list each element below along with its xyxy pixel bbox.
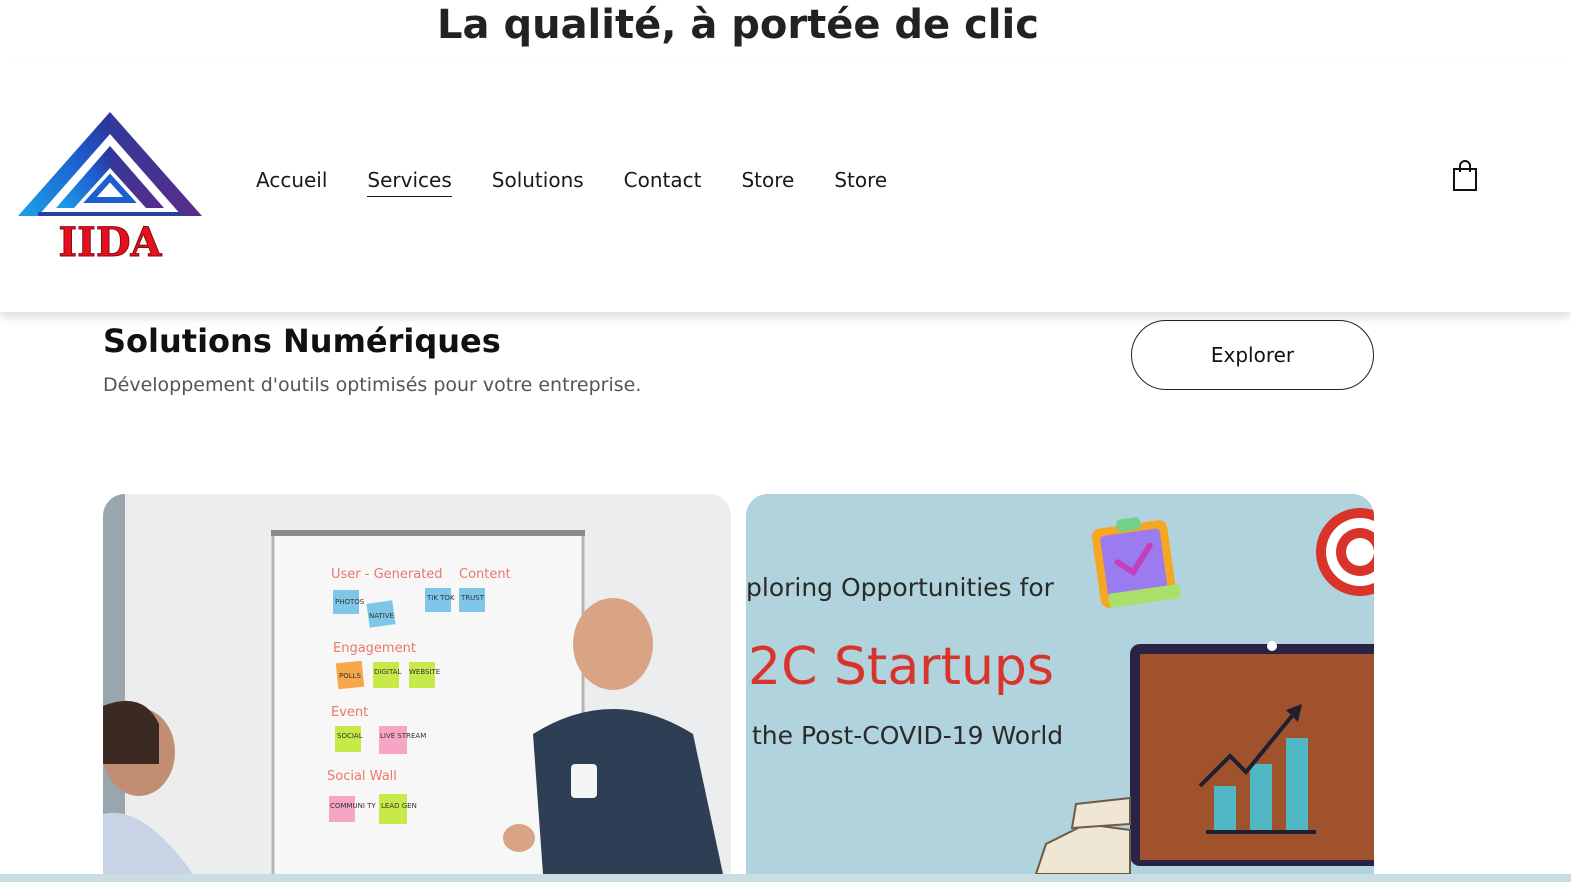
- wb-note-social: SOCIAL: [337, 732, 363, 740]
- nav-item-store[interactable]: Store: [741, 164, 794, 197]
- wb-note-livestream: LIVE STREAM: [380, 732, 426, 740]
- shopping-bag-icon[interactable]: [1452, 160, 1478, 192]
- nav-item-services[interactable]: Services: [367, 164, 452, 197]
- section-subtitle: Développement d'outils optimisés pour vo…: [103, 374, 642, 396]
- site-header: IIDA Accueil Services Solutions Contact …: [0, 62, 1571, 312]
- wb-note-native: NATIVE: [369, 612, 394, 620]
- wb-note-community: COMMUNI TY: [330, 802, 376, 810]
- main-nav: Accueil Services Solutions Contact Store…: [256, 164, 887, 197]
- explore-button[interactable]: Explorer: [1131, 320, 1374, 390]
- wb-note-leadgen: LEAD GEN: [381, 802, 417, 810]
- bottom-edge: [0, 874, 1571, 882]
- nav-item-solutions[interactable]: Solutions: [492, 164, 584, 197]
- logo-text: IIDA: [58, 219, 162, 262]
- nav-item-accueil[interactable]: Accueil: [256, 164, 327, 197]
- wb-note-digital: DIGITAL: [374, 668, 401, 676]
- startups-line-2: 2C Startups: [748, 637, 1054, 697]
- wb-note-tiktok: TIK TOK: [426, 594, 455, 602]
- wb-heading-content: Content: [459, 567, 511, 582]
- nav-item-contact[interactable]: Contact: [624, 164, 702, 197]
- wb-note-polls: POLLS: [339, 672, 362, 680]
- iida-logo[interactable]: IIDA: [18, 112, 202, 262]
- nav-item-store-2[interactable]: Store: [834, 164, 887, 197]
- wb-note-trust: TRUST: [460, 594, 485, 602]
- startups-illustration: ploring Opportunities for 2C Startups th…: [746, 494, 1374, 874]
- wb-heading-social-wall: Social Wall: [327, 769, 397, 784]
- monitor-chart-icon: [1130, 641, 1374, 866]
- card-startups[interactable]: ploring Opportunities for 2C Startups th…: [746, 494, 1374, 874]
- wb-heading-engagement: Engagement: [333, 641, 416, 656]
- section-title: Solutions Numériques: [103, 322, 501, 360]
- whiteboard-photo: User - Generated Content Engagement Even…: [103, 494, 731, 874]
- startups-line-3: the Post-COVID-19 World: [752, 721, 1063, 750]
- card-whiteboard[interactable]: User - Generated Content Engagement Even…: [103, 494, 731, 874]
- wb-note-photos: PHOTOS: [335, 598, 365, 606]
- startups-line-1: ploring Opportunities for: [746, 573, 1055, 602]
- wb-note-website: WEBSITE: [409, 668, 440, 676]
- wb-heading-ugc: User - Generated: [331, 567, 443, 582]
- wb-heading-event: Event: [331, 705, 368, 720]
- tagline: La qualité, à portée de clic: [437, 2, 1039, 48]
